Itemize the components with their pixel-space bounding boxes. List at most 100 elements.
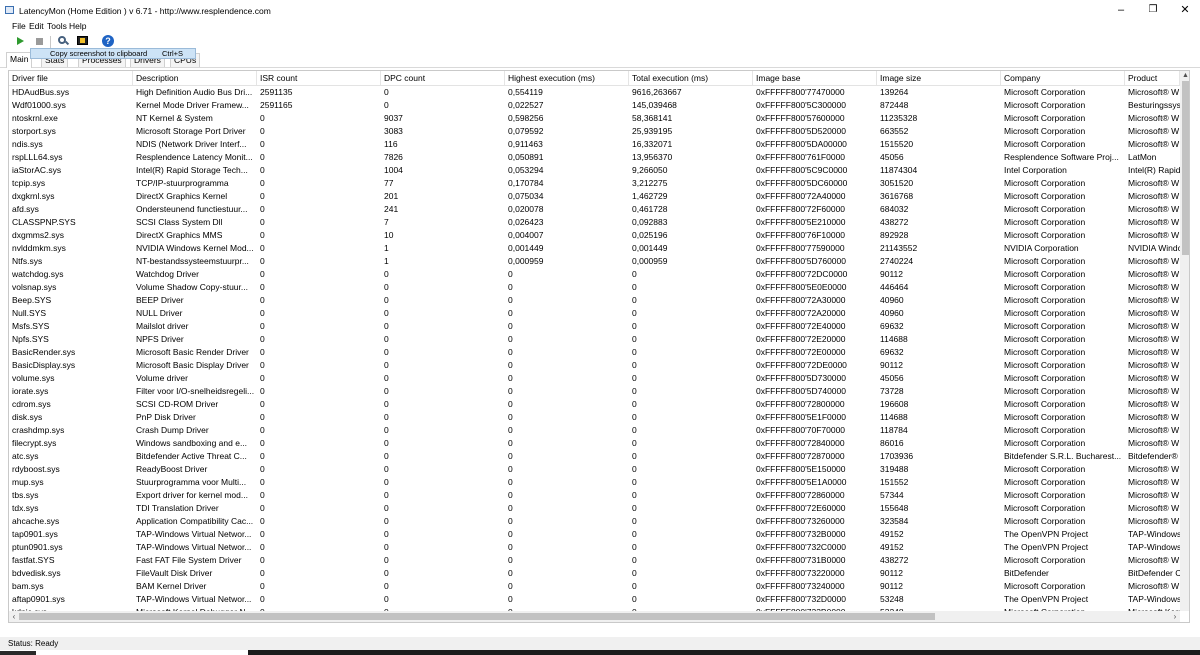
column-header-total-execution[interactable]: Total execution (ms) — [629, 71, 753, 85]
table-row[interactable]: Beep.SYS BEEP Driver 0 0 0 0 0xFFFFF800'72A300… — [9, 294, 1179, 307]
cell-company: Microsoft Corporation — [1004, 464, 1086, 474]
cell-total-execution: 0 — [632, 282, 637, 292]
table-row[interactable]: bam.sys BAM Kernel Driver 0 0 0 0 0xFFFFF800'7… — [9, 580, 1179, 593]
start-icon[interactable] — [14, 34, 28, 48]
table-row[interactable]: ndis.sys NDIS (Network Driver Interf... 0 1… — [9, 138, 1179, 151]
cell-dpc-count: 0 — [384, 386, 389, 396]
horizontal-scrollbar[interactable]: ‹ › — [9, 611, 1180, 622]
cell-isr-count: 2591165 — [260, 100, 293, 110]
table-row[interactable]: mup.sys Stuurprogramma voor Multi... 0 0 0 0 0… — [9, 476, 1179, 489]
table-row[interactable]: Npfs.SYS NPFS Driver 0 0 0 0 0xFFFFF800'72E200… — [9, 333, 1179, 346]
column-header-highest-execution[interactable]: Highest execution (ms) — [505, 71, 629, 85]
table-row[interactable]: volsnap.sys Volume Shadow Copy-stuur... 0 0… — [9, 281, 1179, 294]
cell-image-base: 0xFFFFF800'5E1F0000 — [756, 412, 846, 422]
menu-tools[interactable]: Tools — [47, 21, 67, 31]
cell-image-size: 45056 — [880, 152, 904, 162]
table-row[interactable]: nvlddmkm.sys NVIDIA Windows Kernel Mod...… — [9, 242, 1180, 255]
cell-company: Microsoft Corporation — [1004, 191, 1086, 201]
cell-total-execution: 0 — [632, 295, 637, 305]
menu-file[interactable]: File — [12, 21, 26, 31]
column-header-description[interactable]: Description — [133, 71, 257, 85]
table-row[interactable]: dxgmms2.sys DirectX Graphics MMS 0 10 0,0040… — [9, 229, 1179, 242]
table-row[interactable]: afd.sys Ondersteunend functiestuur... 0 241… — [9, 203, 1179, 216]
cell-total-execution: 0 — [632, 529, 637, 539]
table-row[interactable]: tcpip.sys TCP/IP-stuurprogramma 0 77 0,17078… — [9, 177, 1179, 190]
table-row[interactable]: BasicRender.sys Microsoft Basic Render Dr… — [9, 346, 1179, 359]
table-row[interactable]: ptun0901.sys TAP-Windows Virtual Networ..… — [9, 541, 1180, 554]
horizontal-scroll-thumb[interactable] — [19, 613, 935, 620]
table-row[interactable]: iaStorAC.sys Intel(R) Rapid Storage Tech.… — [9, 164, 1180, 177]
cell-driver-file: Wdf01000.sys — [12, 100, 66, 110]
scroll-left-icon[interactable]: ‹ — [9, 611, 19, 622]
table-row[interactable]: tdx.sys TDI Translation Driver 0 0 0 0 0xFFFFF… — [9, 502, 1179, 515]
table-row[interactable]: disk.sys PnP Disk Driver 0 0 0 0 0xFFFFF800'5E… — [9, 411, 1179, 424]
cell-product: Microsoft® W — [1128, 399, 1180, 409]
table-row[interactable]: watchdog.sys Watchdog Driver 0 0 0 0 0xFFFFF80… — [9, 268, 1179, 281]
table-row[interactable]: HDAudBus.sys High Definition Audio Bus Dr… — [9, 86, 1179, 99]
driver-tool-icon[interactable] — [56, 34, 70, 48]
cell-dpc-count: 1 — [384, 243, 389, 253]
table-row[interactable]: filecrypt.sys Windows sandboxing and e...… — [9, 437, 1179, 450]
cell-highest-execution: 0,004007 — [508, 230, 544, 240]
vertical-scroll-thumb[interactable] — [1182, 81, 1189, 255]
table-row[interactable]: cdrom.sys SCSI CD-ROM Driver 0 0 0 0 0xFFFFF80… — [9, 398, 1179, 411]
table-row[interactable]: rspLLL64.sys Resplendence Latency Monit..… — [9, 151, 1179, 164]
cell-company: Microsoft Corporation — [1004, 555, 1086, 565]
cell-driver-file: bam.sys — [12, 581, 44, 591]
maximize-button[interactable]: ❐ — [1136, 2, 1170, 18]
table-row[interactable]: storport.sys Microsoft Storage Port Drive… — [9, 125, 1179, 138]
cell-isr-count: 0 — [260, 529, 265, 539]
table-row[interactable]: fastfat.SYS Fast FAT File System Driver 0 0… — [9, 554, 1179, 567]
table-row[interactable]: Msfs.SYS Mailslot driver 0 0 0 0 0xFFFFF800'72… — [9, 320, 1179, 333]
cell-product: Microsoft® W — [1128, 204, 1180, 214]
menu-edit[interactable]: Edit — [29, 21, 44, 31]
screenshot-icon[interactable] — [76, 34, 90, 48]
table-row[interactable]: ahcache.sys Application Compatibility Cac… — [9, 515, 1179, 528]
table-row[interactable]: ntoskrnl.exe NT Kernel & System 0 9037 0,598… — [9, 112, 1179, 125]
cell-image-base: 0xFFFFF800'57600000 — [756, 113, 845, 123]
table-row[interactable]: dxgkrnl.sys DirectX Graphics Kernel 0 201 0,… — [9, 190, 1179, 203]
menu-help[interactable]: Help — [69, 21, 86, 31]
column-header-isr-count[interactable]: ISR count — [257, 71, 381, 85]
column-header-dpc-count[interactable]: DPC count — [381, 71, 505, 85]
table-row[interactable]: volume.sys Volume driver 0 0 0 0 0xFFFFF800'5D… — [9, 372, 1179, 385]
table-row[interactable]: crashdmp.sys Crash Dump Driver 0 0 0 0 0xFFFFF… — [9, 424, 1179, 437]
table-row[interactable]: rdyboost.sys ReadyBoost Driver 0 0 0 0 0xFFFFF… — [9, 463, 1179, 476]
help-icon[interactable] — [101, 34, 115, 48]
cell-description: Ondersteunend functiestuur... — [136, 204, 248, 214]
close-button[interactable]: ✕ — [1168, 2, 1200, 18]
column-header-company[interactable]: Company — [1001, 71, 1125, 85]
column-header-product[interactable]: Product — [1125, 71, 1180, 85]
cell-product: Microsoft® W — [1128, 555, 1180, 565]
table-row[interactable]: iorate.sys Filter voor I/O-snelheidsregel… — [9, 385, 1179, 398]
table-row[interactable]: Ntfs.sys NT-bestandssysteemstuurpr... 0 1 0,… — [9, 255, 1179, 268]
table-row[interactable]: CLASSPNP.SYS SCSI Class System Dll 0 7 0,026… — [9, 216, 1179, 229]
column-header-driver-file[interactable]: Driver file — [9, 71, 133, 85]
cell-driver-file: bdvedisk.sys — [12, 568, 61, 578]
vertical-scrollbar[interactable]: ▲ — [1180, 71, 1189, 611]
table-row[interactable]: atc.sys Bitdefender Active Threat C... 0 0 0… — [9, 450, 1179, 463]
cell-description: Volume driver — [136, 373, 188, 383]
drivers-table[interactable]: Driver file Description ISR count DPC count… — [8, 70, 1190, 623]
cell-dpc-count: 0 — [384, 477, 389, 487]
app-icon — [5, 6, 14, 14]
table-row[interactable]: Wdf01000.sys Kernel Mode Driver Framew...… — [9, 99, 1180, 112]
table-row[interactable]: tbs.sys Export driver for kernel mod... 0 0… — [9, 489, 1179, 502]
minimize-button[interactable]: – — [1104, 2, 1138, 18]
cell-dpc-count: 0 — [384, 282, 389, 292]
table-row[interactable]: BasicDisplay.sys Microsoft Basic Display … — [9, 359, 1179, 372]
stop-icon[interactable] — [33, 34, 47, 48]
tab-main[interactable]: Main — [6, 52, 33, 68]
table-row[interactable]: tap0901.sys TAP-Windows Virtual Networ...… — [9, 528, 1180, 541]
column-header-image-size[interactable]: Image size — [877, 71, 1001, 85]
scroll-up-icon[interactable]: ▲ — [1180, 71, 1189, 81]
table-row[interactable]: Null.SYS NULL Driver 0 0 0 0 0xFFFFF800'72A200… — [9, 307, 1179, 320]
column-header-image-base[interactable]: Image base — [753, 71, 877, 85]
cell-image-base: 0xFFFFF800'72870000 — [756, 451, 845, 461]
table-row[interactable]: bdvedisk.sys FileVault Disk Driver 0 0 0 0 0xF… — [9, 567, 1180, 580]
cell-image-base: 0xFFFFF800'73240000 — [756, 581, 845, 591]
table-row[interactable]: aftap0901.sys TAP-Windows Virtual Networ.… — [9, 593, 1180, 606]
cell-image-size: 3051520 — [880, 178, 914, 188]
cell-highest-execution: 0,050891 — [508, 152, 544, 162]
scroll-right-icon[interactable]: › — [1170, 611, 1180, 622]
